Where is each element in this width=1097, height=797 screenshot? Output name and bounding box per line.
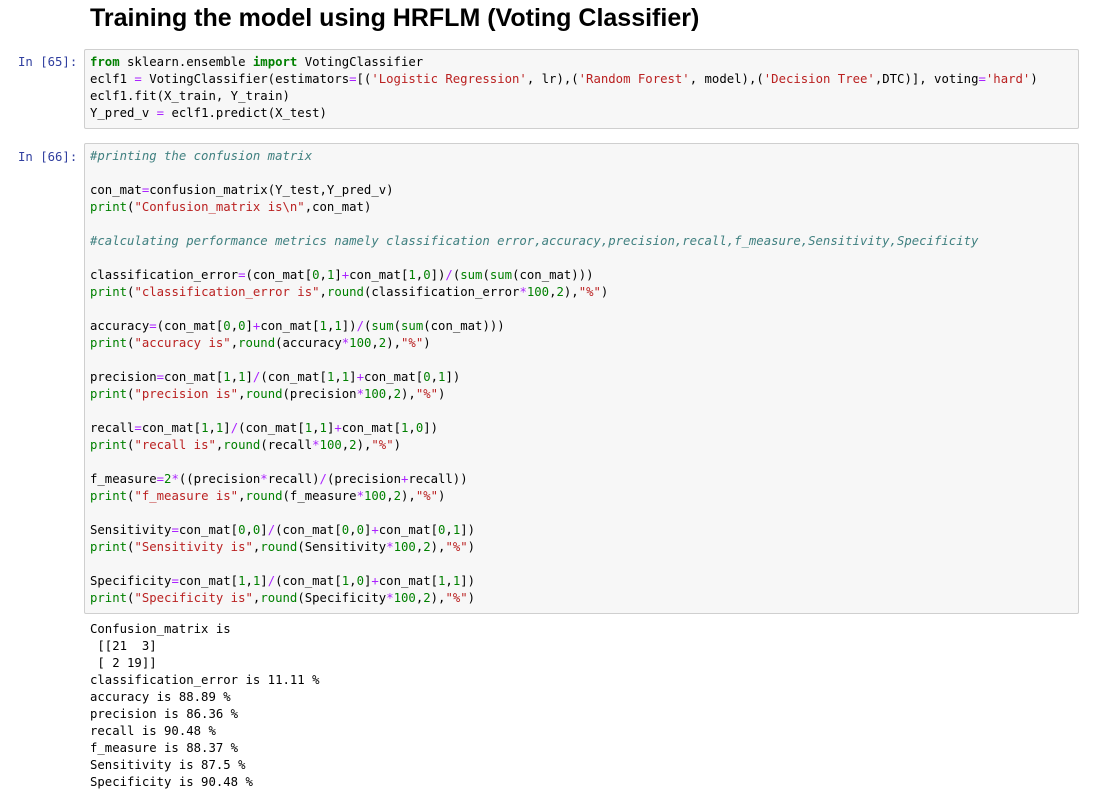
code-editor[interactable]: from sklearn.ensemble import VotingClass… (90, 54, 1038, 122)
code-editor[interactable]: #printing the confusion matrix con_mat=c… (90, 148, 978, 607)
cell-prompt: In [65]: (18, 55, 78, 69)
code-cell-input[interactable]: #printing the confusion matrix con_mat=c… (84, 143, 1079, 614)
notebook-heading: Training the model using HRFLM (Voting C… (90, 4, 700, 32)
code-cell-input[interactable]: from sklearn.ensemble import VotingClass… (84, 49, 1079, 129)
cell-output: Confusion_matrix is [[21 3] [ 2 19]] cla… (90, 622, 320, 789)
cell-prompt: In [66]: (18, 150, 78, 164)
